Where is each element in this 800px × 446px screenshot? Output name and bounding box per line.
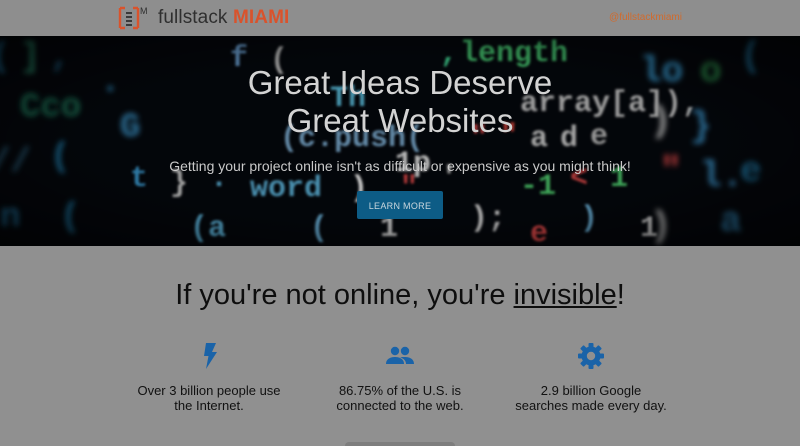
site-header: M fullstack MIAMI @fullstackmiami (0, 0, 800, 36)
logo-word: fullstack (158, 7, 228, 28)
learn-more-button[interactable]: LEARN MORE (357, 191, 443, 219)
feature-google-searches: 2.9 billion Google searches made every d… (491, 341, 691, 413)
site-logo[interactable]: M fullstack MIAMI (118, 5, 289, 31)
feature-list: Over 3 billion people use the Internet. … (0, 341, 800, 421)
tagline-emphasis: invisible (513, 279, 617, 311)
feature-line-2: connected to the web. (336, 398, 464, 413)
logo-accent: MIAMI (232, 7, 290, 28)
hero-title-line-2: Great Websites (286, 102, 514, 139)
feature-text: 86.75% of the U.S. is connected to the w… (300, 383, 500, 413)
stats-section: If you're not online, you're invisible! … (0, 246, 800, 446)
feature-us-connected: 86.75% of the U.S. is connected to the w… (300, 341, 500, 413)
page: M fullstack MIAMI @fullstackmiami Great … (0, 0, 800, 446)
people-group-icon (386, 346, 414, 364)
feature-line-1: 2.9 billion Google (540, 383, 642, 398)
feature-line-1: Over 3 billion people use (137, 383, 281, 398)
tagline-heading: If you're not online, you're invisible! (0, 278, 800, 312)
feature-line-2: searches made every day. (515, 398, 667, 413)
bottom-button-partial[interactable] (345, 442, 455, 446)
hero-subtitle: Getting your project online isn't as dif… (169, 158, 631, 174)
hero-title: Great Ideas Deserve Great Websites (0, 64, 800, 140)
hero-section: ( ] , ( Cco // ( n ( . G f ( , length Th… (0, 36, 800, 246)
hero-title-line-1: Great Ideas Deserve (247, 64, 553, 101)
feature-text: Over 3 billion people use the Internet. (109, 383, 309, 413)
twitter-link[interactable]: @fullstackmiami (609, 12, 682, 23)
logo-mark-letter: M (140, 6, 148, 16)
lightning-bolt-icon (204, 343, 217, 369)
gear-icon (578, 343, 604, 369)
feature-internet-users: Over 3 billion people use the Internet. (109, 341, 309, 413)
feature-line-2: the Internet. (174, 398, 244, 413)
feature-line-1: 86.75% of the U.S. is (338, 383, 462, 398)
feature-text: 2.9 billion Google searches made every d… (491, 383, 691, 413)
tagline-prefix: If you're not online, you're (175, 279, 514, 311)
tagline-suffix: ! (616, 279, 625, 311)
logo-text: fullstack MIAMI (158, 6, 289, 30)
logo-bracket-icon: M (118, 5, 150, 31)
